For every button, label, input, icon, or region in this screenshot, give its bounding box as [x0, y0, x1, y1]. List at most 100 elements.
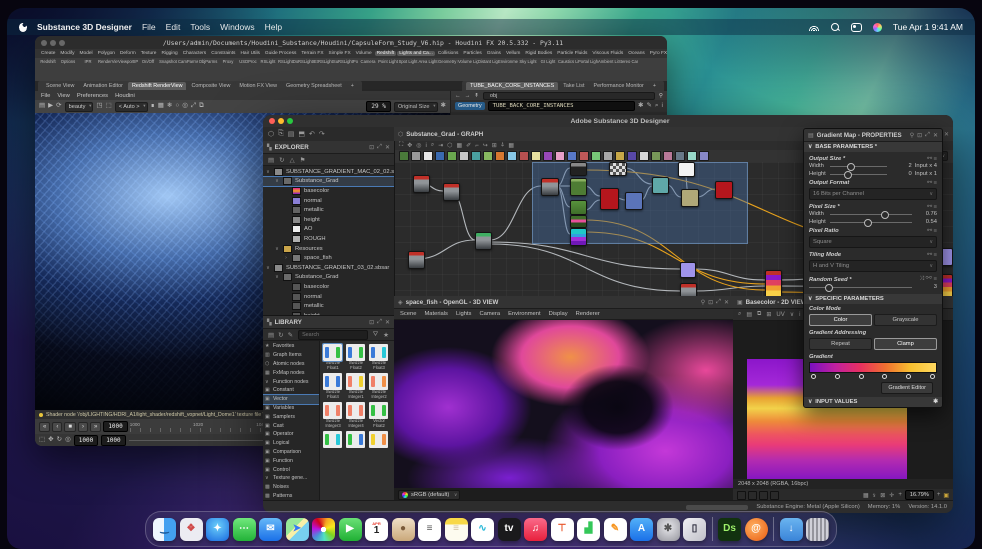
toolbar-icon[interactable]: ⬒ — [298, 130, 305, 138]
shelf-tool[interactable]: Stereo Camera — [618, 59, 638, 65]
output-size-width-slider[interactable]: Width 2 Input x 4 — [809, 162, 937, 171]
explorer-header[interactable]: ▚ EXPLORER ⊡ ⤢ ✕ — [263, 141, 394, 154]
shelf-tool[interactable]: Distant Light — [478, 59, 498, 65]
explorer-tree-item[interactable]: height — [263, 215, 394, 225]
dock-app-icon[interactable]: ⊤ — [550, 517, 574, 541]
stop-button[interactable]: ■ — [64, 421, 76, 432]
view2d-toolbar-icon[interactable]: i — [799, 312, 800, 318]
toolbar-icon[interactable]: ⎘ — [278, 130, 284, 138]
shelf-tab[interactable]: Terrain FX — [299, 51, 325, 56]
explorer-tree-item[interactable]: ∨ SUBSTANCE_GRADIENT_03_02.sbsar — [263, 263, 394, 273]
menu-item[interactable]: File — [142, 22, 156, 32]
panel-control-icon[interactable]: ✕ — [944, 131, 949, 138]
node-palette-swatch[interactable] — [603, 151, 613, 161]
shelf-tab[interactable]: Modify — [58, 51, 76, 56]
library-item[interactable]: Swizzle Integer1 — [346, 373, 366, 399]
toolbar-icon[interactable]: ↷ — [319, 130, 325, 138]
library-item[interactable] — [369, 431, 389, 457]
view3d-menu[interactable]: Materials — [424, 311, 448, 317]
shelf-tool[interactable]: RSLight — [258, 59, 278, 65]
view2d-footer-icon[interactable]: ⍚ — [873, 492, 877, 499]
window-controls[interactable] — [41, 39, 65, 46]
explorer-tree-item[interactable]: ∨ SUBSTANCE_GRADIENT_MAC_02_02.sbs* — [263, 167, 394, 177]
library-category[interactable]: ▥ Graph Items — [263, 351, 319, 360]
pin-icon[interactable]: ⚲ — [659, 93, 663, 99]
shelf-tool[interactable]: RSLightSun — [318, 59, 338, 65]
graph-node[interactable] — [680, 283, 697, 296]
zoom-value[interactable]: 16.79% — [904, 490, 934, 500]
render-pass-dropdown[interactable]: beauty — [64, 101, 94, 112]
shelf-tool[interactable]: RSLightDome — [278, 59, 298, 65]
shelf-tool[interactable]: Geometry Light — [438, 59, 458, 65]
chevron-icon[interactable]: ∨ — [274, 178, 280, 184]
shelf-tab[interactable]: Model — [78, 51, 95, 56]
explorer-toolbar-icon[interactable]: ⚑ — [300, 156, 306, 164]
explorer-tree-item[interactable]: normal — [263, 196, 394, 206]
node-palette-swatch[interactable] — [699, 151, 709, 161]
panel-control-icon[interactable]: ⊡ — [917, 132, 922, 139]
explorer-tree-item[interactable]: › space_fish — [263, 253, 394, 263]
gradient-editor-button[interactable]: Gradient Editor — [881, 382, 933, 394]
library-item[interactable]: Swizzle Float3 — [369, 344, 389, 370]
random-seed-slider[interactable]: 3 — [809, 283, 937, 292]
nav-up-icon[interactable]: ↟ — [474, 93, 479, 99]
library-item[interactable]: Swizzle Integer3 — [323, 402, 343, 428]
panel-control-icon[interactable]: ⤢ — [716, 299, 721, 306]
explorer-tree-item[interactable]: normal — [263, 292, 394, 302]
node-palette-swatch[interactable] — [495, 151, 505, 161]
graph-tool-icon[interactable]: ⛶ — [399, 142, 403, 149]
shelf-tool[interactable]: RSLightPortal — [338, 59, 358, 65]
library-item[interactable] — [323, 431, 343, 457]
shelf-tab[interactable]: Redshift — [374, 51, 397, 56]
region-icon[interactable]: ○ — [175, 103, 179, 110]
shelf-tab[interactable]: Pyro FX — [648, 51, 667, 56]
graph-node[interactable] — [413, 175, 430, 193]
explorer-toolbar-icon[interactable]: ↻ — [279, 156, 284, 164]
view2d-toolbar-icon[interactable]: ⊞ — [766, 311, 771, 318]
chevron-icon[interactable]: ∨ — [265, 169, 271, 175]
node-palette-swatch[interactable] — [687, 151, 697, 161]
library-category[interactable]: ⬡ Atomic nodes — [263, 360, 319, 369]
shelf-tool[interactable]: Point Light — [378, 59, 398, 65]
node-palette-swatch[interactable] — [435, 151, 445, 161]
dock-app-icon[interactable]: Ds — [718, 517, 741, 541]
range-end-field[interactable]: 1000 — [101, 435, 126, 446]
shelf-tab[interactable]: Characters — [181, 51, 208, 56]
view2d-footer-icon[interactable]: + — [898, 492, 902, 499]
shelf-tool[interactable]: Proxy — [218, 59, 238, 65]
minimize-button[interactable] — [278, 118, 284, 124]
graph-node[interactable] — [443, 183, 460, 201]
edit-icon[interactable]: ✎ — [646, 102, 651, 110]
lock-icon[interactable]: ∎ — [151, 103, 155, 110]
library-toolbar-icon[interactable]: ▤ — [268, 331, 274, 339]
siri-icon[interactable] — [872, 22, 883, 33]
node-palette-swatch[interactable] — [555, 151, 565, 161]
current-frame-field[interactable]: 1000 — [103, 421, 128, 432]
shelf-tab[interactable]: Viscous Fluids — [590, 51, 625, 56]
gradient-stops[interactable] — [809, 373, 937, 379]
node-palette-swatch[interactable] — [627, 151, 637, 161]
graph-node[interactable] — [570, 228, 587, 246]
renderview-menu[interactable]: Houdini — [115, 93, 135, 99]
graph-tool-icon[interactable]: ⬡ — [447, 142, 452, 149]
panel-control-icon[interactable]: ✕ — [724, 299, 729, 306]
colorspace-dropdown[interactable]: sRGB (default) — [398, 489, 461, 500]
view3d-menu[interactable]: Renderer — [576, 311, 600, 317]
shelf-tab[interactable]: Constraints — [209, 51, 237, 56]
library-toolbar-icon[interactable]: ↻ — [278, 331, 283, 339]
graph-tool-icon[interactable]: ⊞ — [492, 142, 497, 149]
toolbar-icon[interactable]: ⬡ — [268, 130, 274, 138]
graph-node[interactable] — [570, 200, 587, 215]
shelf-tool[interactable]: Portal Light — [578, 59, 598, 65]
filter-icon[interactable]: ⛛ — [373, 331, 378, 339]
node-palette-swatch[interactable] — [399, 151, 409, 161]
shelf-tool[interactable]: Caustics Light — [558, 59, 578, 65]
library-category[interactable]: ▣ Logical — [263, 439, 319, 448]
color-option-button[interactable]: Color — [809, 314, 872, 326]
menu-bar-clock[interactable]: Tue Apr 1 9:41 AM — [893, 22, 963, 32]
library-category[interactable]: ▣ Control — [263, 465, 319, 474]
gear-icon[interactable]: ✱ — [441, 103, 446, 110]
shelf-tab[interactable]: Grains — [485, 51, 503, 56]
graph-tool-icon[interactable]: ▦ — [456, 142, 462, 149]
pan-icon[interactable]: ✥ — [48, 437, 53, 444]
